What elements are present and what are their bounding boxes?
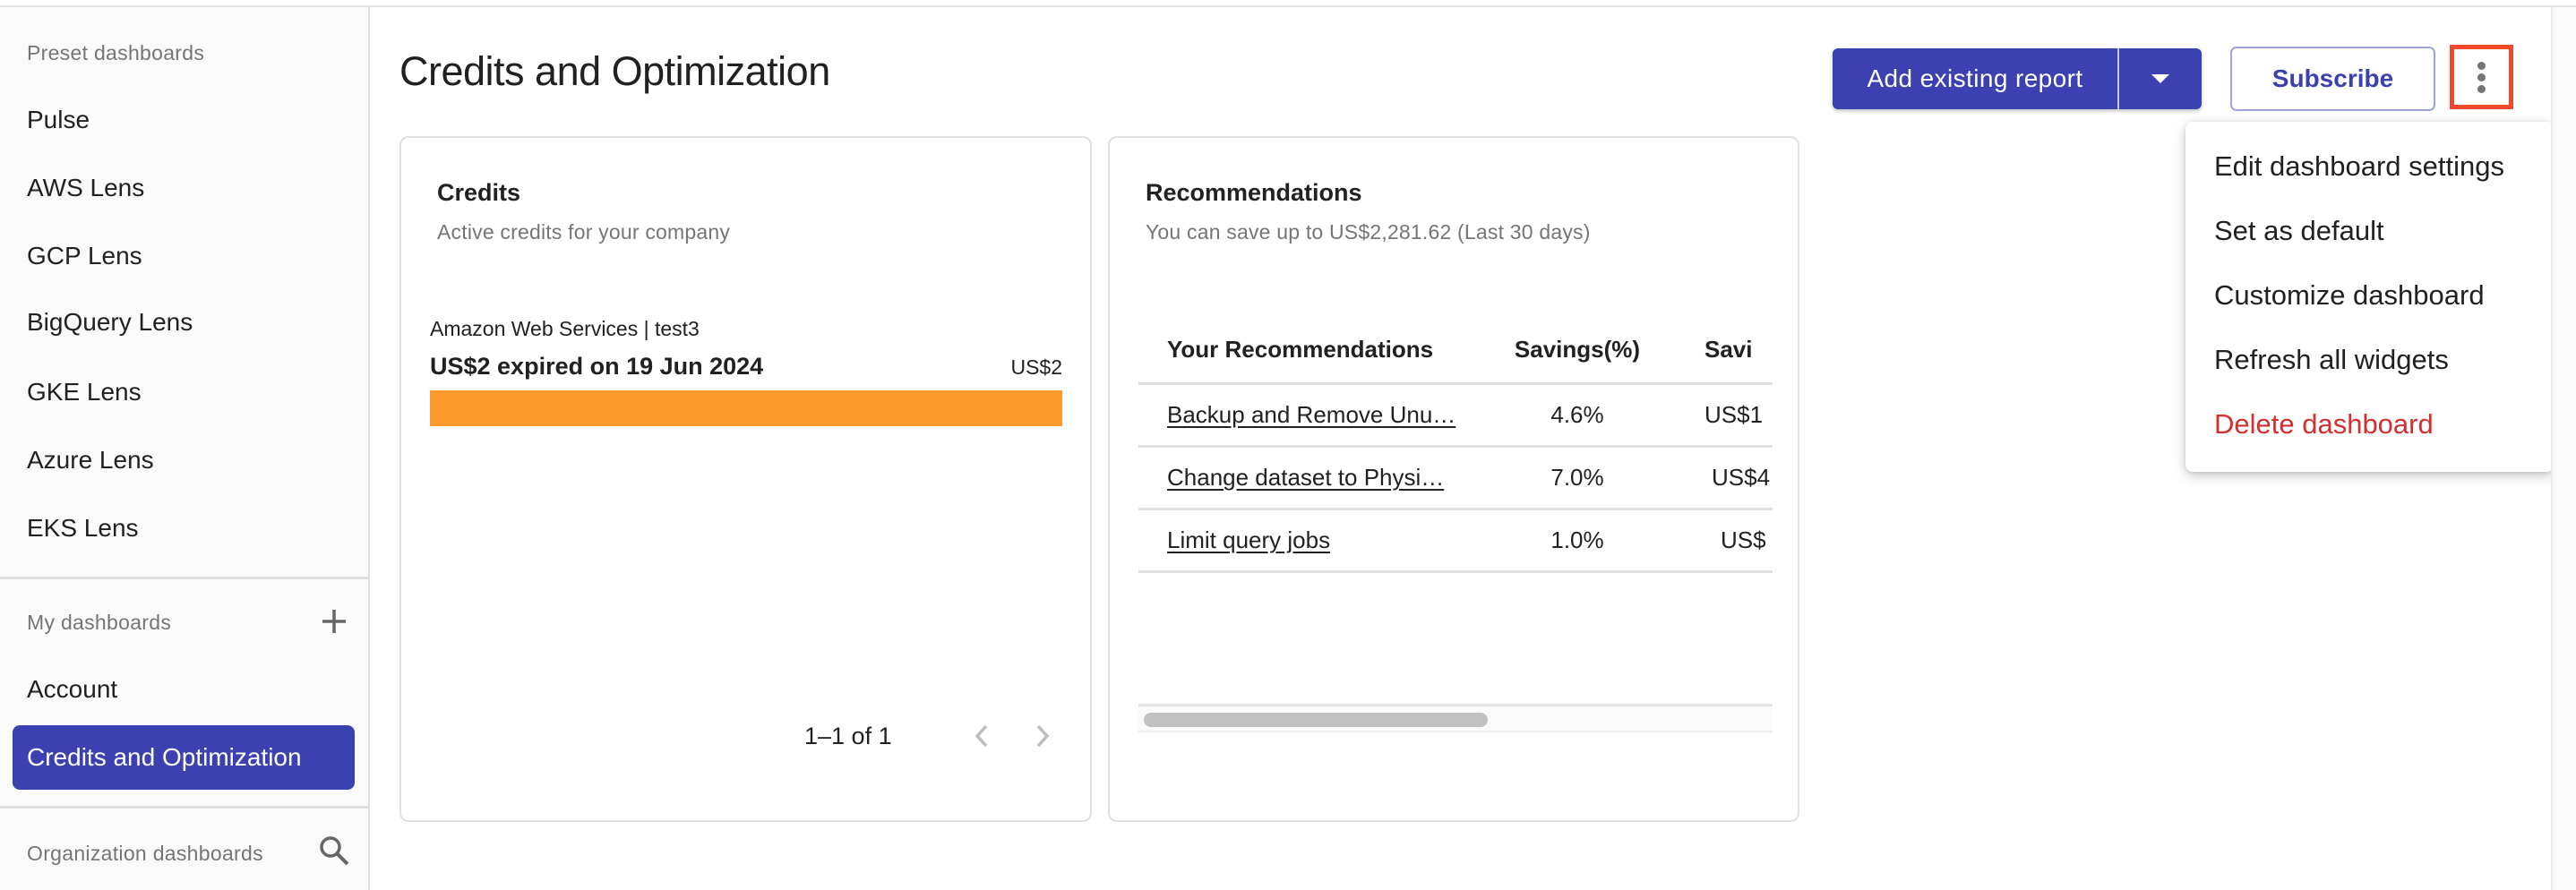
organization-dashboards-heading: Organization dashboards [27, 842, 263, 865]
more-vert-icon [2477, 84, 2486, 93]
table-header-row: Your Recommendations Savings(%) Savi [1138, 317, 1773, 385]
preset-dashboards-heading: Preset dashboards [27, 41, 205, 64]
credit-summary: US$2 expired on 19 Jun 2024 [430, 353, 764, 380]
more-options-button[interactable] [2450, 45, 2513, 109]
search-dashboards-button[interactable] [316, 833, 352, 869]
sidebar-item-eks-lens[interactable]: EKS Lens [13, 496, 355, 561]
recommendation-link[interactable]: Backup and Remove Unu… [1167, 401, 1455, 428]
savings-pct-cell: 4.6% [1550, 401, 1604, 428]
plus-icon [322, 610, 346, 633]
chevron-right-icon [1036, 724, 1050, 748]
sidebar-item-gcp-lens[interactable]: GCP Lens [13, 224, 355, 288]
credit-progress-bar [430, 390, 1062, 426]
savings-cell: US$4 [1712, 464, 1771, 491]
credits-widget: Credits Active credits for your company … [399, 136, 1092, 822]
more-vert-icon [2477, 61, 2486, 70]
sidebar: Preset dashboards Pulse AWS Lens GCP Len… [0, 7, 370, 890]
savings-cell: US$1 [1704, 401, 1764, 428]
subscribe-button[interactable]: Subscribe [2230, 47, 2435, 111]
menu-item-delete-dashboard[interactable]: Delete dashboard [2185, 392, 2555, 457]
sidebar-item-credits-and-optimization[interactable]: Credits and Optimization [13, 725, 355, 790]
more-vert-icon [2477, 73, 2486, 81]
menu-item-customize-dashboard[interactable]: Customize dashboard [2185, 263, 2555, 328]
recommendation-link[interactable]: Change dataset to Physi… [1167, 464, 1444, 491]
horizontal-scrollbar[interactable] [1138, 704, 1773, 732]
sidebar-item-aws-lens[interactable]: AWS Lens [13, 156, 355, 220]
column-header-recommendation[interactable]: Your Recommendations [1138, 336, 1497, 364]
credit-progress-fill [430, 390, 1062, 426]
table-row: Backup and Remove Unu… 4.6% US$1 [1138, 385, 1773, 448]
top-border [0, 0, 2576, 7]
credits-pagination: 1–1 of 1 [401, 709, 1090, 763]
sidebar-item-azure-lens[interactable]: Azure Lens [13, 428, 355, 492]
recommendations-subtitle: You can save up to US$2,281.62 (Last 30 … [1146, 220, 1591, 244]
recommendation-link[interactable]: Limit query jobs [1167, 526, 1330, 553]
column-header-savings-pct[interactable]: Savings(%) [1497, 336, 1658, 364]
sidebar-item-gke-lens[interactable]: GKE Lens [13, 360, 355, 424]
credits-subtitle: Active credits for your company [437, 220, 731, 244]
chevron-left-icon [975, 724, 988, 748]
sidebar-item-bigquery-lens[interactable]: BigQuery Lens [13, 290, 355, 355]
pagination-range: 1–1 of 1 [804, 722, 892, 749]
sidebar-item-pulse[interactable]: Pulse [13, 88, 355, 152]
add-report-dropdown-button[interactable] [2119, 48, 2202, 109]
dashboard-options-menu: Edit dashboard settings Set as default C… [2185, 122, 2555, 472]
credit-line: US$2 expired on 19 Jun 2024 US$2 [430, 353, 1062, 381]
next-page-button[interactable] [1023, 716, 1062, 756]
scrollbar-thumb[interactable] [1144, 713, 1488, 727]
page-title: Credits and Optimization [399, 48, 830, 94]
table-row: Limit query jobs 1.0% US$ [1138, 510, 1773, 573]
sidebar-divider [0, 577, 368, 579]
menu-item-refresh-all-widgets[interactable]: Refresh all widgets [2185, 328, 2555, 392]
credit-amount: US$2 [1010, 355, 1062, 379]
credits-title: Credits [437, 179, 521, 206]
menu-item-edit-dashboard-settings[interactable]: Edit dashboard settings [2185, 134, 2555, 199]
add-dashboard-button[interactable] [316, 603, 352, 639]
savings-pct-cell: 1.0% [1550, 526, 1604, 553]
column-header-savings[interactable]: Savi [1658, 336, 1773, 364]
add-existing-report-button[interactable]: Add existing report [1833, 48, 2117, 109]
my-dashboards-heading: My dashboards [27, 611, 172, 634]
savings-pct-cell: 7.0% [1550, 464, 1604, 491]
add-existing-report-split-button: Add existing report [1833, 48, 2202, 109]
table-row: Change dataset to Physi… 7.0% US$4 [1138, 448, 1773, 510]
recommendations-table: Your Recommendations Savings(%) Savi Bac… [1138, 317, 1773, 573]
vertical-scrollbar[interactable] [2551, 7, 2576, 890]
sidebar-item-account[interactable]: Account [13, 657, 355, 722]
recommendations-title: Recommendations [1146, 179, 1362, 206]
recommendations-widget: Recommendations You can save up to US$2,… [1108, 136, 1799, 822]
previous-page-button[interactable] [962, 716, 1001, 756]
savings-cell: US$ [1721, 526, 1766, 553]
sidebar-divider [0, 806, 368, 809]
search-icon [320, 836, 349, 866]
credit-provider: Amazon Web Services | test3 [430, 317, 700, 340]
caret-down-icon [2151, 74, 2169, 83]
menu-item-set-as-default[interactable]: Set as default [2185, 199, 2555, 263]
